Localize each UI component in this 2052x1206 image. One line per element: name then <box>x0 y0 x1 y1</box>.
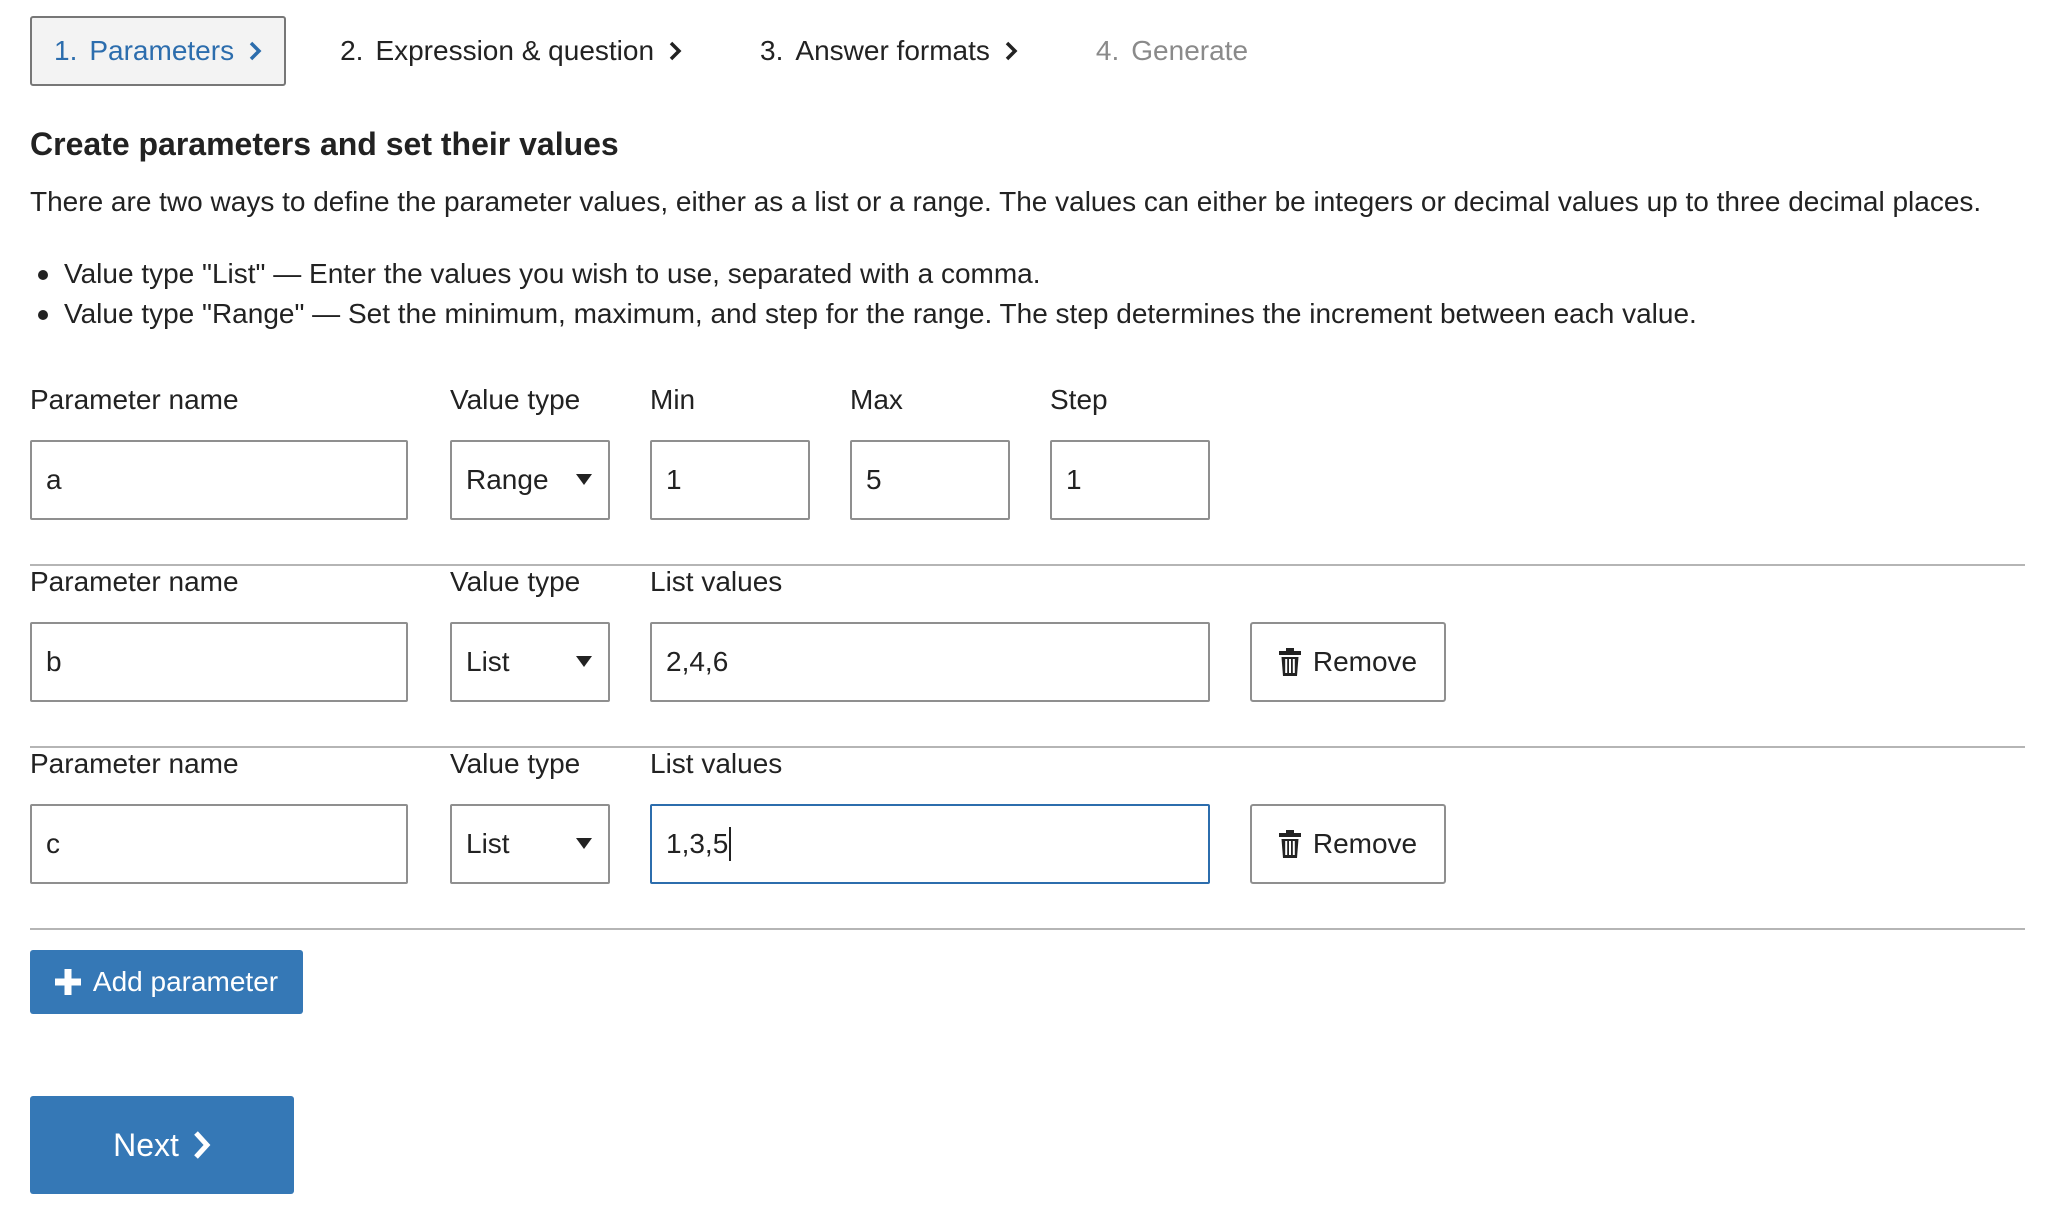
list-item: Value type "Range" — Set the minimum, ma… <box>30 294 1697 334</box>
caret-down-icon <box>576 474 592 485</box>
step-parameters[interactable]: 1. Parameters <box>30 16 287 86</box>
min-label: Min <box>650 384 696 415</box>
chevron-right-icon <box>194 1131 211 1159</box>
step-number: 4. <box>1095 35 1120 66</box>
next-button[interactable]: Next <box>30 1096 294 1194</box>
max-label: Max <box>850 384 903 415</box>
list-values-label: List values <box>650 748 783 779</box>
parameter-name-input[interactable]: b <box>30 622 408 702</box>
text-cursor <box>729 827 732 861</box>
input-value: 1,3,5 <box>666 828 729 859</box>
parameter-name-input[interactable]: c <box>30 804 408 884</box>
parameter-name-label: Parameter name <box>30 384 239 415</box>
remove-button[interactable]: Remove <box>1250 622 1446 702</box>
list-values-input[interactable]: 2,4,6 <box>650 622 1210 702</box>
list-values-label: List values <box>650 566 783 597</box>
step-label: Parameters <box>89 35 235 66</box>
step-answer-formats[interactable]: 3. Answer formats <box>760 16 1018 86</box>
step-navigation: 1. Parameters 2. Expression & question 3… <box>30 16 1326 86</box>
input-value: b <box>46 646 62 677</box>
divider <box>30 928 2025 930</box>
max-input[interactable]: 5 <box>850 440 1010 520</box>
value-type-select[interactable]: List <box>450 622 610 702</box>
list-item: Value type "List" — Enter the values you… <box>30 254 1697 294</box>
selected-value: Range <box>466 464 549 495</box>
step-number: 2. <box>340 35 364 66</box>
parameter-name-input[interactable]: a <box>30 440 408 520</box>
input-value: 1 <box>666 464 682 495</box>
parameter-row: Parameter name Value type List values b … <box>30 566 2025 748</box>
selected-value: List <box>466 646 510 677</box>
list-values-input[interactable]: 1,3,5 <box>650 804 1210 884</box>
input-value: 1 <box>1066 464 1082 495</box>
step-input[interactable]: 1 <box>1050 440 1210 520</box>
chevron-right-icon <box>1005 41 1018 61</box>
instructions-list: Value type "List" — Enter the values you… <box>30 254 1697 334</box>
step-expression-question[interactable]: 2. Expression & question <box>340 16 682 86</box>
step-number: 1. <box>54 35 78 66</box>
step-number: 3. <box>760 35 784 66</box>
parameter-name-label: Parameter name <box>30 566 239 597</box>
step-label: Generate <box>1131 35 1249 66</box>
next-button-label: Next <box>113 1126 179 1163</box>
add-parameter-button[interactable]: Add parameter <box>30 950 303 1014</box>
value-type-label: Value type <box>450 384 581 415</box>
page-title: Create parameters and set their values <box>30 126 619 162</box>
step-label: Answer formats <box>795 35 990 66</box>
remove-button[interactable]: Remove <box>1250 804 1446 884</box>
trash-icon <box>1278 830 1301 858</box>
caret-down-icon <box>576 656 592 667</box>
chevron-right-icon <box>669 41 682 61</box>
intro-text: There are two ways to define the paramet… <box>30 186 1982 217</box>
input-value: a <box>46 464 62 495</box>
add-parameter-label: Add parameter <box>92 966 279 997</box>
selected-value: List <box>466 828 510 859</box>
parameter-row: Parameter name Value type Min Max Step a… <box>30 384 2025 566</box>
remove-button-label: Remove <box>1312 828 1418 859</box>
parameter-row: Parameter name Value type List values c … <box>30 748 2025 930</box>
step-label: Expression & question <box>375 35 655 66</box>
parameter-name-label: Parameter name <box>30 748 239 779</box>
parameters-page: 1. Parameters 2. Expression & question 3… <box>0 0 2052 1206</box>
min-input[interactable]: 1 <box>650 440 810 520</box>
input-value: 2,4,6 <box>666 646 729 677</box>
remove-button-label: Remove <box>1312 646 1418 677</box>
trash-icon <box>1278 648 1301 676</box>
value-type-select[interactable]: Range <box>450 440 610 520</box>
plus-icon <box>54 969 81 995</box>
value-type-label: Value type <box>450 748 581 779</box>
caret-down-icon <box>576 838 592 849</box>
value-type-select[interactable]: List <box>450 804 610 884</box>
step-generate: 4. Generate <box>1096 16 1248 86</box>
step-label: Step <box>1050 384 1108 415</box>
input-value: c <box>46 828 60 859</box>
chevron-right-icon <box>249 41 262 61</box>
input-value: 5 <box>866 464 882 495</box>
value-type-label: Value type <box>450 566 581 597</box>
